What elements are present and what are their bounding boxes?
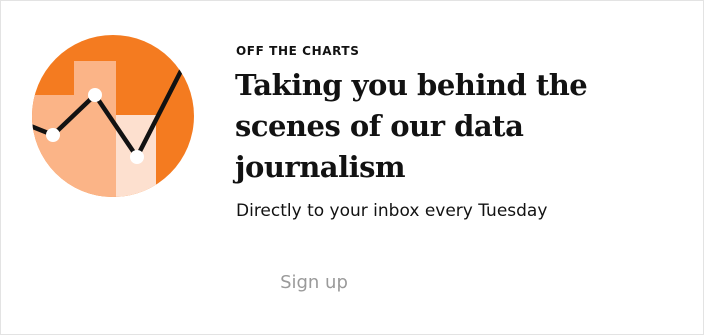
chart-illustration-icon <box>32 35 194 197</box>
newsletter-card: OFF THE CHARTS Taking you behind the sce… <box>0 0 704 335</box>
newsletter-subtitle: Directly to your inbox every Tuesday <box>236 201 548 221</box>
illustration-bar-1 <box>32 95 74 197</box>
illustration-point-1 <box>46 128 60 142</box>
illustration-point-3 <box>130 150 144 164</box>
illustration-point-2 <box>88 88 102 102</box>
newsletter-headline: Taking you behind the scenes of our data… <box>235 68 588 184</box>
sign-up-button[interactable]: Sign up <box>259 263 369 301</box>
illustration-bar-2 <box>74 61 116 197</box>
newsletter-kicker: OFF THE CHARTS <box>236 44 360 58</box>
